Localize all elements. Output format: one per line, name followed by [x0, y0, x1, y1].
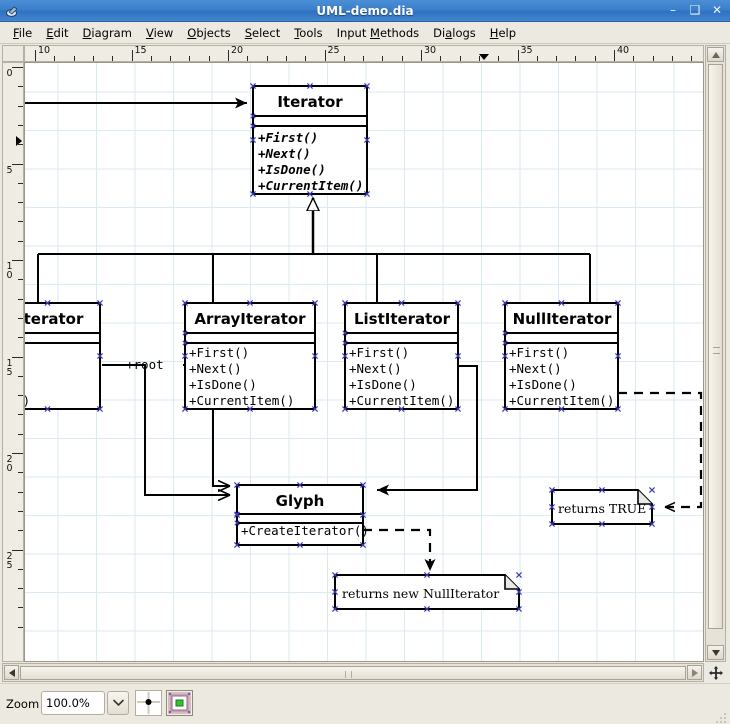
menu-objects[interactable]: Objects	[180, 24, 237, 42]
vertical-scroll-thumb[interactable]	[708, 64, 723, 629]
svg-text:+Next(): +Next()	[258, 146, 311, 161]
vertical-scrollbar[interactable]	[705, 45, 726, 662]
v-ruler-label: 10	[5, 262, 14, 280]
menu-view[interactable]: View	[139, 24, 180, 42]
svg-text:em(): em()	[25, 393, 30, 408]
zoom-label: Zoom	[6, 697, 39, 711]
h-ruler-position-marker	[479, 54, 489, 60]
svg-text:+First(): +First()	[509, 345, 569, 360]
h-ruler-label: 10	[38, 46, 50, 56]
svg-text:+IsDone(): +IsDone()	[509, 377, 577, 392]
svg-text:+Next(): +Next()	[509, 361, 562, 376]
svg-text:rIterator: rIterator	[25, 310, 84, 328]
class-box-list-iterator: ListIterator +First() +Next() +IsDone() …	[345, 303, 458, 409]
window-controls: – ❑ ✕	[666, 3, 724, 17]
association-label-root: +root	[126, 357, 164, 372]
window-title: UML-demo.dia	[0, 0, 730, 22]
svg-text:+First(): +First()	[189, 345, 249, 360]
h-ruler-label: 25	[328, 46, 340, 56]
diagram-thumbnail-icon	[168, 692, 191, 714]
scroll-thumb-grip-h	[345, 671, 352, 678]
scroll-left-button[interactable]	[4, 665, 19, 680]
scroll-up-button[interactable]	[707, 47, 724, 62]
menu-edit[interactable]: Edit	[39, 24, 75, 42]
v-ruler-label: 5	[5, 166, 14, 175]
scroll-thumb-grip	[713, 347, 720, 354]
svg-text:+CurrentItem(): +CurrentItem()	[189, 393, 294, 408]
class-box-iterator: Iterator +First() +Next() +IsDone() +Cur…	[253, 86, 367, 194]
vertical-ruler[interactable]: 0 5 10 15 20 25	[2, 62, 24, 662]
horizontal-scrollbar[interactable]	[2, 663, 704, 682]
crosshair-tool-button[interactable]	[135, 690, 162, 716]
maximize-button[interactable]: ❑	[688, 3, 702, 17]
note-returns-true: returns TRUE	[552, 490, 652, 524]
diagram-thumbnail-button[interactable]	[166, 690, 193, 716]
svg-text:+CurrentItem(): +CurrentItem()	[509, 393, 614, 408]
resize-grip[interactable]	[715, 709, 727, 721]
v-ruler-label: 20	[5, 455, 14, 473]
svg-text:Iterator: Iterator	[277, 93, 343, 111]
diagram-shapes: Iterator +First() +Next() +IsDone() +Cur…	[25, 63, 703, 661]
svg-text:+Next(): +Next()	[189, 361, 242, 376]
chevron-down-icon	[113, 699, 124, 707]
svg-text:ArrayIterator: ArrayIterator	[194, 310, 306, 328]
h-ruler-label: 20	[231, 46, 243, 56]
ruler-corner	[2, 45, 24, 62]
note-returns-new-nulliterator: returns new NullIterator	[335, 575, 519, 609]
zoom-dropdown-button[interactable]	[107, 691, 129, 715]
h-ruler-label: 30	[424, 46, 436, 56]
svg-text:ListIterator: ListIterator	[354, 310, 451, 328]
svg-text:+First(): +First()	[349, 345, 409, 360]
svg-text:+CurrentItem(): +CurrentItem()	[258, 178, 363, 193]
svg-text:+IsDone(): +IsDone()	[258, 162, 326, 177]
svg-text:+Next(): +Next()	[349, 361, 402, 376]
scroll-down-button[interactable]	[707, 645, 724, 660]
menu-help[interactable]: Help	[483, 24, 523, 42]
menu-select[interactable]: Select	[238, 24, 288, 42]
menu-file[interactable]: File	[6, 24, 39, 42]
svg-text:+First(): +First()	[258, 130, 318, 145]
v-ruler-label: 0	[5, 69, 14, 78]
h-ruler-label: 35	[521, 46, 533, 56]
class-box-null-iterator: NullIterator +First() +Next() +IsDone() …	[505, 303, 618, 409]
menu-diagram[interactable]: Diagram	[76, 24, 139, 42]
horizontal-ruler[interactable]: 10 15 20 25 30 35 40	[24, 45, 704, 62]
class-box-array-iterator: ArrayIterator +First() +Next() +IsDone()…	[185, 303, 315, 409]
close-button[interactable]: ✕	[710, 3, 724, 17]
menu-input-methods[interactable]: Input Methods	[330, 24, 427, 42]
move-arrows-icon	[709, 666, 723, 680]
svg-text:+CurrentItem(): +CurrentItem()	[349, 393, 454, 408]
svg-text:Glyph: Glyph	[276, 492, 325, 510]
v-ruler-label: 15	[5, 359, 14, 377]
v-ruler-label: 25	[5, 552, 14, 570]
h-ruler-label: 15	[135, 46, 147, 56]
class-box-glyph: Glyph +CreateIterator()	[237, 485, 369, 545]
svg-text:+CreateIterator(): +CreateIterator()	[241, 523, 369, 538]
svg-text:returns TRUE: returns TRUE	[558, 501, 646, 516]
svg-text:+IsDone(): +IsDone()	[189, 377, 257, 392]
crosshair-point-icon	[137, 692, 160, 714]
zoom-input[interactable]: 100.0%	[41, 691, 105, 715]
menu-bar: File Edit Diagram View Objects Select To…	[0, 22, 730, 44]
title-bar: UML-demo.dia – ❑ ✕	[0, 0, 730, 22]
navigation-button[interactable]	[706, 663, 726, 682]
minimize-button[interactable]: –	[666, 3, 680, 17]
menu-dialogs[interactable]: Dialogs	[426, 24, 483, 42]
dia-application-window: UML-demo.dia – ❑ ✕ File Edit Diagram Vie…	[0, 0, 730, 724]
menu-tools[interactable]: Tools	[287, 24, 329, 42]
svg-text:NullIterator: NullIterator	[513, 310, 612, 328]
diagram-canvas[interactable]: Iterator +First() +Next() +IsDone() +Cur…	[24, 62, 704, 662]
class-box-r-iterator: rIterator em()	[25, 303, 100, 409]
svg-text:+IsDone(): +IsDone()	[349, 377, 417, 392]
svg-text:returns new NullIterator: returns new NullIterator	[342, 586, 499, 601]
horizontal-scroll-thumb[interactable]	[20, 666, 686, 680]
h-ruler-label: 40	[617, 46, 629, 56]
v-ruler-position-marker	[16, 136, 22, 146]
scroll-right-button[interactable]	[687, 665, 702, 680]
